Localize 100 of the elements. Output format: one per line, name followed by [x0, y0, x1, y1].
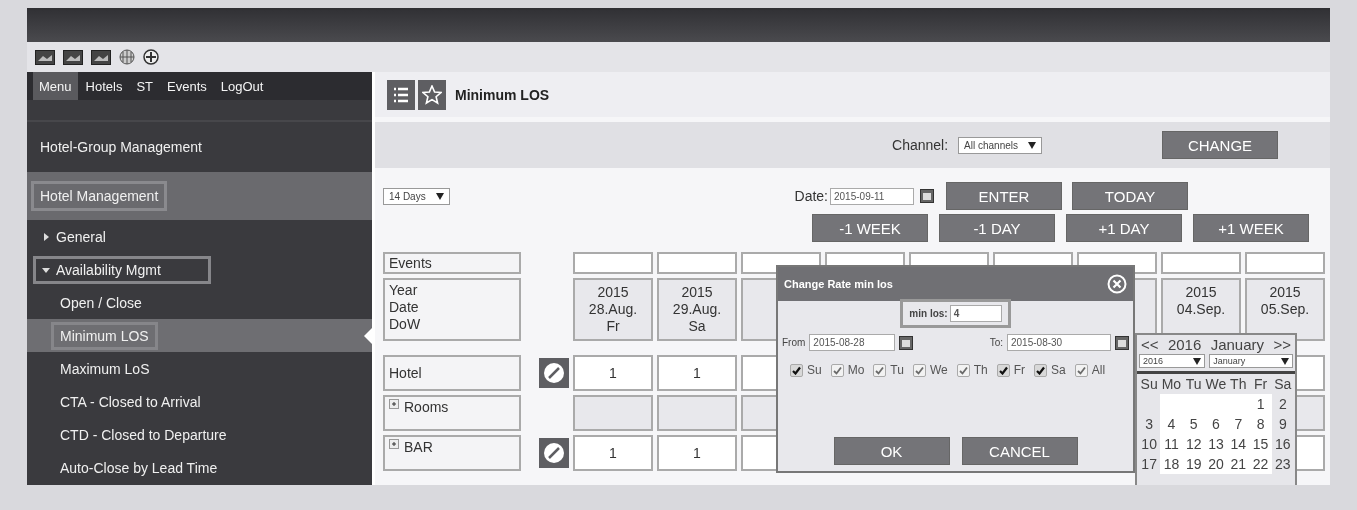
caret-down-icon[interactable]	[1193, 357, 1202, 365]
header-text: DoW	[389, 316, 422, 333]
calendar-day[interactable]: 8	[1249, 414, 1272, 434]
nav-tab[interactable]: Menu	[33, 72, 78, 100]
step-button[interactable]: +1 DAY	[1066, 214, 1182, 242]
checkbox-icon[interactable]	[790, 363, 803, 377]
calendar-day[interactable]: 22	[1249, 454, 1272, 474]
channel-select[interactable]: All channels	[958, 136, 1042, 154]
month-select[interactable]: January	[1209, 354, 1293, 368]
row-label-text: Hotel	[389, 365, 422, 381]
date-text: 04.Sep.	[1176, 301, 1226, 318]
calendar-day[interactable]: 15	[1249, 434, 1272, 454]
calendar-day[interactable]: 11	[1160, 434, 1183, 454]
caret-down-icon[interactable]	[435, 192, 444, 200]
calendar-icon[interactable]	[920, 189, 934, 203]
sidebar-section[interactable]: Hotel-Group Management	[27, 122, 372, 172]
range-select[interactable]: 14 Days	[383, 187, 450, 205]
next-link[interactable]: >>	[1273, 335, 1291, 353]
check-icon	[792, 365, 801, 375]
nav-tab[interactable]: LogOut	[214, 72, 270, 100]
image-icon[interactable]	[63, 49, 83, 65]
check-icon	[1036, 365, 1046, 375]
cancel-button[interactable]: CANCEL	[961, 437, 1078, 465]
calendar-day[interactable]: 12	[1182, 434, 1205, 454]
sidebar-item[interactable]: CTA - Closed to Arrival	[27, 385, 372, 418]
edit-icon[interactable]	[539, 358, 569, 388]
calendar-icon[interactable]	[1115, 335, 1129, 350]
value-cell[interactable]: 1	[573, 435, 653, 471]
image-icon[interactable]	[35, 49, 55, 65]
dialog-title: Change Rate min los	[784, 278, 893, 290]
to-label: To:	[989, 337, 1003, 348]
item-label: General	[56, 228, 106, 245]
calendar-day[interactable]: 4	[1160, 414, 1183, 434]
caret-down-icon[interactable]	[42, 265, 50, 274]
sidebar-item[interactable]: Open / Close	[27, 286, 372, 319]
check-icon	[958, 365, 968, 375]
sidebar-section[interactable]: Hotel Management	[27, 172, 372, 220]
sidebar-item[interactable]: Auto-Close by Lead Time	[27, 451, 372, 484]
date-label: Date:	[794, 188, 828, 204]
date-input[interactable]: 2015-09-11	[830, 187, 914, 205]
step-button[interactable]: +1 WEEK	[1193, 214, 1309, 242]
calendar-icon[interactable]	[899, 335, 914, 350]
value-cell[interactable]: 1	[573, 355, 653, 391]
expand-icon[interactable]	[389, 399, 399, 409]
to-input[interactable]: 2015-08-30	[1007, 334, 1111, 351]
expand-icon[interactable]	[389, 439, 399, 449]
dow-text: Sa	[688, 318, 706, 335]
dow-text: Fr	[606, 318, 620, 335]
calendar-day[interactable]: 7	[1227, 414, 1250, 434]
calendar-day[interactable]: 14	[1227, 434, 1250, 454]
events-label: Events	[383, 252, 521, 274]
sidebar-item[interactable]: CTD - Closed to Departure	[27, 418, 372, 451]
min-los-input[interactable]: 4	[949, 305, 1002, 322]
sidebar-item[interactable]: Maximum LoS	[27, 352, 372, 385]
list-icon[interactable]	[387, 79, 415, 110]
calendar-day[interactable]: 6	[1204, 414, 1228, 434]
value-cell[interactable]: 1	[657, 435, 737, 471]
nav-tab[interactable]: Events	[161, 72, 213, 100]
calendar-day[interactable]: 21	[1227, 454, 1250, 474]
date-text: 05.Sep.	[1260, 301, 1310, 318]
sidebar-item[interactable]: Minimum LOS	[27, 319, 372, 352]
close-icon[interactable]	[1107, 274, 1127, 294]
calendar-day[interactable]: 13	[1204, 434, 1228, 454]
value-cell[interactable]	[657, 395, 737, 431]
nav-button[interactable]: ENTER	[946, 182, 1062, 210]
change-button[interactable]: CHANGE	[1162, 131, 1278, 159]
sidebar-item[interactable]: General	[27, 220, 372, 253]
calendar-day[interactable]: 20	[1204, 454, 1228, 474]
add-icon[interactable]	[143, 49, 159, 65]
value-cell[interactable]: 1	[657, 355, 737, 391]
weekday-checkbox[interactable]: Fr	[996, 363, 1026, 377]
check-icon	[1076, 365, 1086, 375]
nav-tab[interactable]: Hotels	[79, 72, 129, 100]
caret-down-icon[interactable]	[1281, 357, 1289, 365]
nav-tab[interactable]: ST	[130, 72, 159, 100]
ok-button[interactable]: OK	[833, 437, 950, 465]
prev-link[interactable]: <<	[1141, 335, 1159, 353]
weekday-checkbox[interactable]: Su	[790, 363, 822, 377]
calendar-day[interactable]: 5	[1182, 414, 1205, 434]
from-input[interactable]: 2015-08-28	[809, 334, 896, 351]
calendar-day[interactable]: 19	[1182, 454, 1205, 474]
step-button[interactable]: -1 DAY	[939, 214, 1055, 242]
year-select[interactable]: 2016	[1139, 354, 1206, 368]
check-icon	[875, 365, 885, 375]
caret-right-icon[interactable]	[42, 232, 50, 241]
checkbox-icon[interactable]	[1034, 363, 1048, 377]
image-icon[interactable]	[91, 49, 111, 65]
weekday-checkbox[interactable]: Sa	[1034, 363, 1066, 377]
sidebar-item[interactable]: Availability Mgmt	[27, 253, 372, 286]
globe-icon[interactable]	[119, 49, 135, 65]
calendar-day[interactable]: 1	[1249, 394, 1272, 414]
checkbox-icon[interactable]	[996, 363, 1010, 377]
calendar-day[interactable]: 18	[1160, 454, 1183, 474]
value-cell[interactable]	[573, 395, 653, 431]
edit-icon[interactable]	[539, 438, 569, 468]
month-text: January	[1210, 335, 1265, 353]
nav-button[interactable]: TODAY	[1072, 182, 1188, 210]
step-button[interactable]: -1 WEEK	[812, 214, 928, 242]
check-icon	[832, 365, 842, 375]
caret-down-icon[interactable]	[1028, 141, 1036, 149]
